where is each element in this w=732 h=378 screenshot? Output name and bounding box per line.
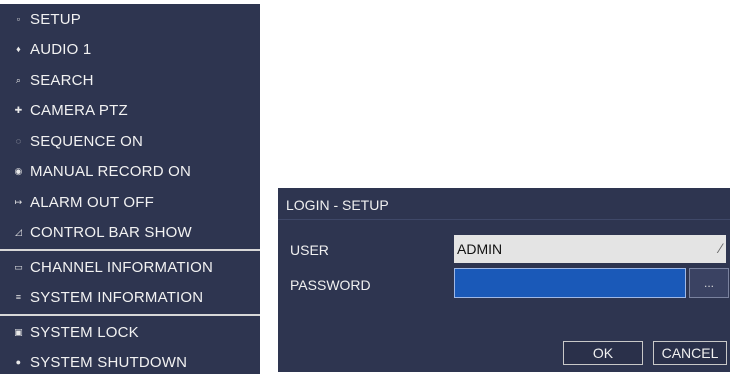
- menu-item-manual-record[interactable]: ◉ MANUAL RECORD ON: [0, 157, 260, 188]
- record-icon: ◉: [13, 167, 24, 176]
- menu-item-alarm-out[interactable]: ↦ ALARM OUT OFF: [0, 187, 260, 218]
- audio-icon: ♦: [13, 45, 24, 54]
- search-icon: ⌕: [13, 76, 24, 85]
- menu-item-label: MANUAL RECORD ON: [30, 163, 191, 180]
- menu-item-label: SYSTEM INFORMATION: [30, 289, 203, 306]
- menu-item-label: CHANNEL INFORMATION: [30, 259, 213, 276]
- ok-button[interactable]: OK: [563, 341, 643, 365]
- password-input[interactable]: [454, 268, 686, 298]
- menu-item-label: SETUP: [30, 11, 81, 28]
- menu-divider: [0, 249, 260, 251]
- menu-item-system-information[interactable]: ≡ SYSTEM INFORMATION: [0, 283, 260, 314]
- menu-item-control-bar[interactable]: ◿ CONTROL BAR SHOW: [0, 218, 260, 249]
- menu-item-setup[interactable]: ▫ SETUP: [0, 4, 260, 35]
- power-icon: ●: [13, 358, 24, 367]
- user-value: ADMIN: [457, 241, 502, 257]
- menu-item-system-shutdown[interactable]: ● SYSTEM SHUTDOWN: [0, 348, 260, 378]
- menu-item-label: AUDIO 1: [30, 41, 91, 58]
- menu-item-system-lock[interactable]: ▣ SYSTEM LOCK: [0, 317, 260, 348]
- menu-group-system: ▣ SYSTEM LOCK ● SYSTEM SHUTDOWN: [0, 317, 260, 378]
- menu-item-sequence[interactable]: ◌ SEQUENCE ON: [0, 126, 260, 157]
- menu-item-label: SEARCH: [30, 72, 94, 89]
- menu-item-camera-ptz[interactable]: ✚ CAMERA PTZ: [0, 96, 260, 127]
- menu-item-label: ALARM OUT OFF: [30, 194, 154, 211]
- menu-item-label: CONTROL BAR SHOW: [30, 224, 192, 241]
- menu-item-search[interactable]: ⌕ SEARCH: [0, 65, 260, 96]
- menu-item-label: SYSTEM LOCK: [30, 324, 139, 341]
- login-dialog: LOGIN - SETUP USER ADMIN ⁄ PASSWORD ... …: [278, 188, 730, 372]
- virtual-keyboard-button[interactable]: ...: [689, 268, 729, 298]
- user-select[interactable]: ADMIN ⁄: [454, 235, 726, 263]
- alarm-icon: ↦: [13, 198, 24, 207]
- menu-divider: [0, 314, 260, 316]
- dialog-title: LOGIN - SETUP: [286, 197, 389, 213]
- menu-item-audio[interactable]: ♦ AUDIO 1: [0, 35, 260, 66]
- channel-info-icon: ▭: [13, 263, 24, 272]
- menu-group-info: ▭ CHANNEL INFORMATION ≡ SYSTEM INFORMATI…: [0, 252, 260, 313]
- title-divider: [278, 219, 730, 220]
- control-bar-icon: ◿: [13, 228, 24, 237]
- setup-icon: ▫: [13, 15, 24, 24]
- menu-item-channel-information[interactable]: ▭ CHANNEL INFORMATION: [0, 252, 260, 283]
- menu-item-label: SEQUENCE ON: [30, 133, 143, 150]
- edit-icon: ⁄: [720, 240, 722, 256]
- lock-icon: ▣: [13, 328, 24, 337]
- sequence-icon: ◌: [13, 137, 24, 146]
- ptz-icon: ✚: [13, 106, 24, 115]
- context-menu: ▫ SETUP ♦ AUDIO 1 ⌕ SEARCH ✚ CAMERA PTZ …: [0, 4, 260, 374]
- user-label: USER: [290, 242, 329, 258]
- cancel-button[interactable]: CANCEL: [653, 341, 727, 365]
- menu-item-label: SYSTEM SHUTDOWN: [30, 354, 187, 371]
- system-info-icon: ≡: [13, 293, 24, 302]
- menu-group-main: ▫ SETUP ♦ AUDIO 1 ⌕ SEARCH ✚ CAMERA PTZ …: [0, 4, 260, 248]
- password-label: PASSWORD: [290, 277, 371, 293]
- menu-item-label: CAMERA PTZ: [30, 102, 128, 119]
